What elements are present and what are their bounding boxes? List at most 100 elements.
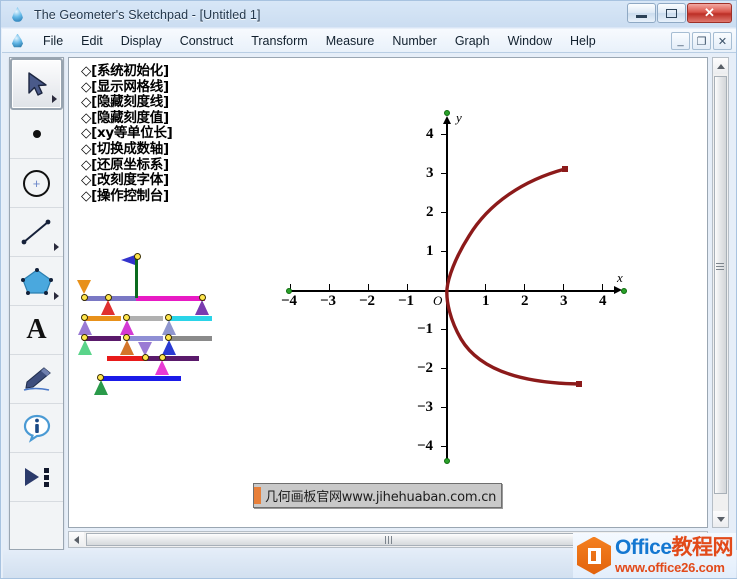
slider-knob[interactable] [142,354,149,361]
close-button[interactable]: ✕ [687,3,732,23]
window-frame: The Geometer's Sketchpad - [Untitled 1] … [0,0,737,579]
water-drop-icon [9,6,27,24]
menu-item-help[interactable]: Help [561,31,605,51]
branding-text: Office教程网 www.office26.com [615,536,734,575]
office-hexagon-icon [577,536,611,575]
scroll-down-button[interactable] [713,511,728,527]
tool-submenu-arrow-icon[interactable] [54,243,59,251]
straightedge-tool[interactable] [10,208,63,257]
play-dots-icon [24,468,49,487]
selection-arrow-tool[interactable] [10,58,63,110]
sketch-canvas[interactable]: ◇[系统初始化] ◇[显示网格线] ◇[隐藏刻度线] ◇[隐藏刻度值] ◇[xy… [68,57,708,528]
text-tool[interactable]: A [10,306,63,355]
info-icon [23,414,50,443]
pentagon-icon [20,268,53,295]
blue-flag-marker[interactable] [121,255,135,265]
watermark-accent-bar [254,487,261,504]
y-axis-top-endpoint[interactable] [444,110,450,116]
scroll-left-button[interactable] [69,532,84,547]
information-tool[interactable] [10,404,63,453]
window-title: The Geometer's Sketchpad - [Untitled 1] [34,8,261,22]
slider-handle-triangle[interactable] [120,320,134,335]
slider-handle-triangle[interactable] [162,340,176,355]
slider-knob[interactable] [165,334,172,341]
mdi-restore-button[interactable]: ❐ [692,32,711,50]
slider-knob[interactable] [123,334,130,341]
slider-knob[interactable] [105,294,112,301]
minimize-button[interactable] [627,3,656,23]
scroll-up-button[interactable] [713,58,728,74]
x-axis-left-endpoint[interactable] [286,288,292,294]
branding-cn: 教程网 [671,536,734,559]
letter-a-icon: A [26,314,47,345]
mdi-window-controls: _ ❐ ✕ [671,32,732,50]
y-axis-bottom-endpoint[interactable] [444,458,450,464]
menu-item-file[interactable]: File [34,31,72,51]
slider-handle-triangle[interactable] [94,380,108,395]
slider-handle-triangle[interactable] [101,300,115,315]
vertical-scrollbar[interactable] [712,57,729,528]
scroll-grip-icon [716,263,724,270]
scroll-grip-icon [384,535,392,544]
menu-item-edit[interactable]: Edit [72,31,112,51]
toolbox-empty-area [10,502,63,554]
circle-icon: + [23,169,50,197]
custom-tool[interactable] [10,453,63,502]
menu-item-window[interactable]: Window [499,31,561,51]
menu-item-construct[interactable]: Construct [171,31,243,51]
slider-handle-triangle[interactable] [77,280,91,294]
work-area: + A ◇[系统初始化] ◇[显示网格线] ◇[隐藏刻度线] ◇[隐藏刻度值] … [2,53,737,578]
curve-lower-endpoint[interactable] [576,381,582,387]
slider-handle-triangle[interactable] [78,340,92,355]
maximize-button[interactable] [657,3,686,23]
curve-upper-endpoint[interactable] [562,166,568,172]
pen-icon [23,367,51,391]
app-menu-icon[interactable] [10,33,26,49]
point-icon [32,130,41,138]
menu-item-transform[interactable]: Transform [242,31,317,51]
menu-item-measure[interactable]: Measure [317,31,384,51]
slider-knob[interactable] [159,354,166,361]
slider-handle-triangle[interactable] [78,320,92,335]
slider-knob[interactable] [97,374,104,381]
branding-line-1: Office教程网 [615,536,734,559]
tool-submenu-arrow-icon[interactable] [52,95,57,103]
menu-item-graph[interactable]: Graph [446,31,499,51]
window-controls: ✕ [627,3,732,23]
flag-pole [135,256,138,298]
marker-tool[interactable] [10,355,63,404]
slider-handle-triangle[interactable] [155,360,169,375]
slider-handle-triangle[interactable] [162,320,176,335]
site-branding-logo: Office教程网 www.office26.com [573,533,736,578]
menu-bar: File Edit Display Construct Transform Me… [2,29,736,53]
x-axis-right-endpoint[interactable] [621,288,627,294]
mdi-close-button[interactable]: ✕ [713,32,732,50]
slider-handle-triangle[interactable] [120,340,134,355]
slider-knob[interactable] [199,294,206,301]
menu-item-display[interactable]: Display [112,31,171,51]
branding-en: Office [615,536,672,559]
slider-knob[interactable] [123,314,130,321]
point-tool[interactable] [10,110,63,159]
compass-tool[interactable]: + [10,159,63,208]
arrow-icon [27,72,47,96]
parabola-curve[interactable] [69,58,708,528]
title-bar: The Geometer's Sketchpad - [Untitled 1] … [1,1,736,29]
slider-knob[interactable] [81,314,88,321]
slider-handle-triangle[interactable] [195,300,209,315]
mdi-minimize-button[interactable]: _ [671,32,690,50]
slider-knob[interactable] [81,294,88,301]
slider-knob[interactable] [134,253,141,260]
slider-knob[interactable] [165,314,172,321]
menu-item-number[interactable]: Number [383,31,445,51]
line-icon [21,219,50,245]
watermark-badge: 几何画板官网www.jihehuaban.com.cn [253,483,503,508]
application-window: The Geometer's Sketchpad - [Untitled 1] … [0,0,737,579]
slider-knob[interactable] [81,334,88,341]
polygon-tool[interactable] [10,257,63,306]
watermark-text: 几何画板官网www.jihehuaban.com.cn [265,490,497,505]
tool-submenu-arrow-icon[interactable] [54,292,59,300]
vertical-scroll-thumb[interactable] [714,76,727,494]
toolbox-panel: + A [9,57,64,550]
branding-url: www.office26.com [615,560,725,575]
